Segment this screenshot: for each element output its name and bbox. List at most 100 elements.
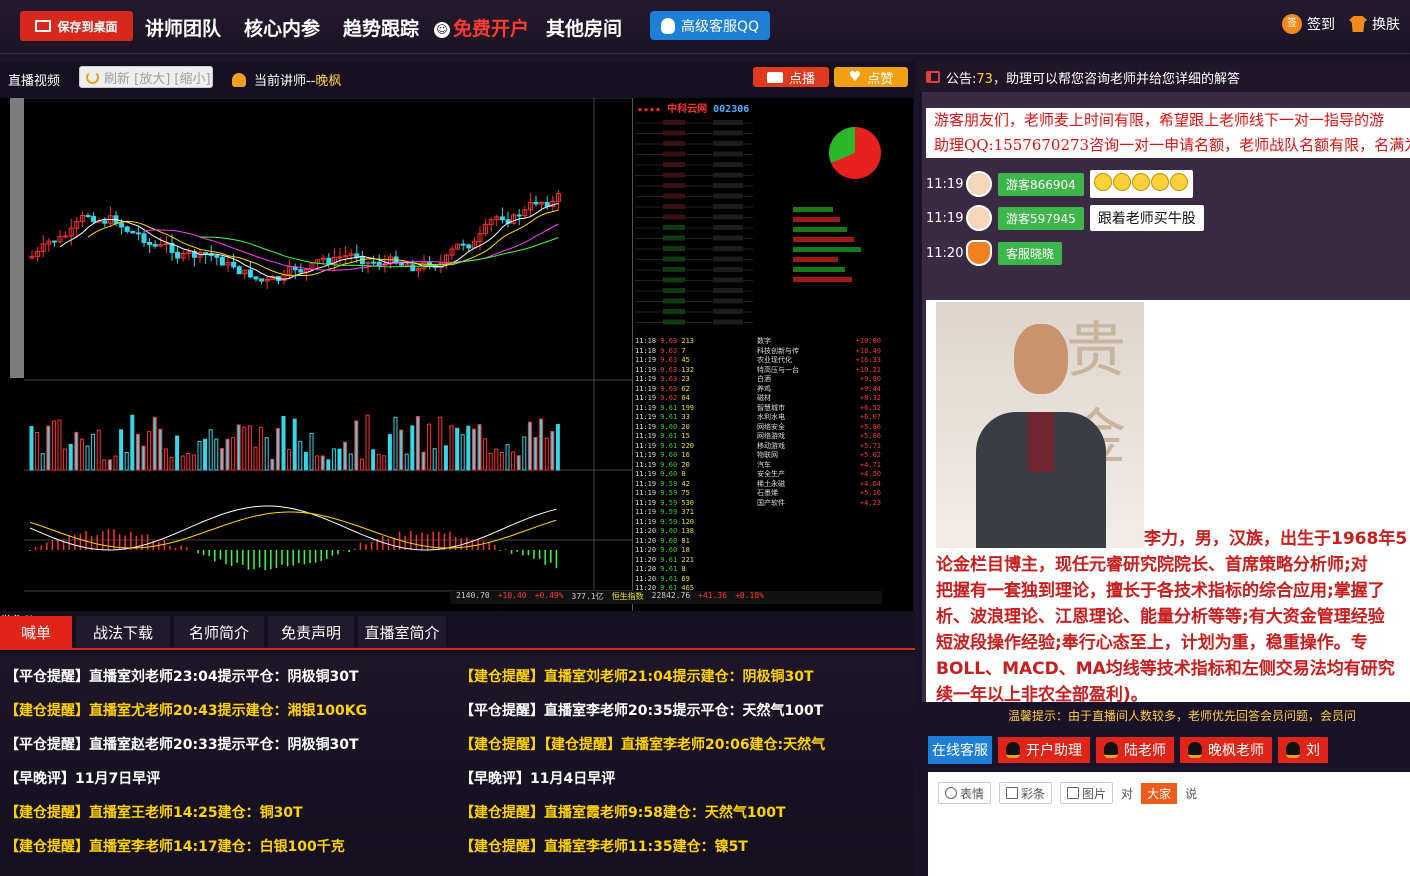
quote-cell [713, 130, 743, 136]
video-stream-area[interactable]: ★★★★ 中科云网 002306 11:18 9.63 213 11:18 9.6… [0, 98, 913, 627]
refresh-icon [86, 70, 99, 84]
quote-cell [663, 130, 685, 136]
quote-cell [713, 214, 743, 220]
volume-bar [242, 426, 247, 471]
alert-item[interactable]: 【平仓提醒】直播室赵老师20:33提示平仓：阴极铜30T [5, 734, 359, 754]
nav-core-reference[interactable]: 核心内参 [244, 14, 320, 41]
alert-item[interactable]: 【早晚评】11月4日早评 [460, 768, 615, 788]
chat-input-box[interactable]: 表情 彩条 图片 对 大家 说 [928, 772, 1410, 876]
quote-cell [663, 277, 685, 283]
alert-item[interactable]: 【平仓提醒】直播室李老师20:35提示平仓：天然气100T [460, 700, 823, 720]
grin-emoji-icon [1150, 173, 1169, 191]
candle-body [175, 251, 181, 259]
service-button-account[interactable]: 开户助理 [998, 737, 1090, 763]
qq-support-button[interactable]: 高级客服QQ [650, 11, 770, 40]
volume-bar [147, 431, 152, 471]
volume-bar [135, 433, 140, 471]
username[interactable]: 客服晓晓 [998, 241, 1063, 265]
stock-code: 002306 [713, 104, 750, 115]
quote-cell [713, 225, 743, 230]
status-item: +10.40 [497, 591, 527, 600]
alert-item[interactable]: 【建仓提醒】直播室霞老师9:58建仓：天然气100T [460, 802, 786, 822]
nav-lecturer-team[interactable]: 讲师团队 [145, 14, 221, 41]
alert-item[interactable]: 【建仓提醒】直播室王老师14:25建仓：铜30T [5, 802, 303, 822]
service-button-wanfeng[interactable]: 晚枫老师 [1180, 737, 1272, 763]
sign-in-button[interactable]: 签 签到 [1282, 14, 1335, 34]
volume-bar [247, 425, 252, 471]
like-label: 点赞 [867, 71, 894, 87]
volume-bar [371, 449, 376, 471]
live-video-panel: 直播视频 刷新 [放大] [缩小] 当前讲师--晚枫 点播 ♥ 点赞 ★★★★ … [0, 62, 915, 876]
tab-strategy-download[interactable]: 战法下载 [76, 616, 170, 648]
quote-cell [663, 162, 685, 167]
volume-bar [399, 429, 404, 471]
qq-penguin-icon [1286, 742, 1300, 758]
stock-title: ★★★★ 中科云网 002306 [637, 104, 750, 115]
sector-row: 科技创新与传 +18.49 [757, 346, 881, 355]
flow-bar [793, 207, 833, 212]
tab-room-intro[interactable]: 直播室简介 [358, 616, 446, 648]
volume-bar [337, 448, 342, 471]
tab-teacher-profiles[interactable]: 名师简介 [174, 616, 264, 648]
alert-item[interactable]: 【建仓提醒】【建仓提醒】直播室李老师20:06建仓:天然气 [460, 734, 825, 754]
volume-bar [354, 420, 359, 471]
volume-bar [113, 455, 118, 471]
alert-item[interactable]: 【建仓提醒】直播室尤老师20:43提示建仓：湘银100KG [5, 700, 367, 720]
caitiao-button[interactable]: 彩条 [999, 782, 1053, 804]
volume-bar [326, 459, 331, 471]
on-demand-button[interactable]: 点播 [753, 67, 829, 87]
alert-item[interactable]: 【早晚评】11月7日早评 [5, 768, 160, 788]
announcement-prefix: 公告: [946, 71, 977, 87]
refresh-button[interactable]: 刷新 [放大] [缩小] [79, 66, 213, 88]
avatar [966, 205, 992, 231]
username[interactable]: 游客866904 [998, 172, 1084, 196]
qq-penguin-icon [1188, 742, 1202, 758]
service-button-lu[interactable]: 陆老师 [1096, 737, 1174, 763]
volume-bar [494, 448, 499, 471]
quote-cell [713, 319, 743, 325]
speaker-icon [926, 71, 940, 83]
candle-body [85, 215, 91, 218]
nav-other-rooms[interactable]: 其他房间 [546, 14, 622, 41]
announcement-bar: 公告:73，助理可以帮您咨询老师并给您详细的解答 [918, 62, 1410, 92]
alert-item[interactable]: 【建仓提醒】直播室李老师11:35建仓：镍5T [460, 836, 748, 856]
volume-bar [298, 440, 303, 471]
change-skin-button[interactable]: 换肤 [1349, 14, 1400, 34]
volume-bar [443, 445, 448, 471]
image-button[interactable]: 图片 [1060, 782, 1114, 804]
target-selector[interactable]: 大家 [1141, 782, 1178, 804]
alerts-list: 【平仓提醒】直播室刘老师23:04提示平仓：阴极铜30T 【建仓提醒】直播室刘老师… [0, 654, 915, 876]
emoji-button[interactable]: 表情 [938, 782, 992, 804]
tab-disclaimer[interactable]: 免责声明 [268, 616, 354, 648]
quote-cell [713, 267, 743, 272]
volume-bar [309, 432, 314, 471]
flow-bar [793, 277, 852, 282]
candle-body [516, 214, 522, 217]
message-text: 跟着老师买牛股 [1089, 205, 1204, 231]
change-skin-label: 换肤 [1372, 17, 1400, 33]
quote-cell [713, 256, 743, 262]
username[interactable]: 游客597945 [998, 206, 1084, 230]
sector-row: 磁材 +8.32 [757, 394, 881, 402]
volume-bar [438, 416, 443, 471]
volume-bar [348, 453, 353, 471]
nav-free-account[interactable]: ☺ 免费开户 [434, 14, 529, 41]
alert-item[interactable]: 【平仓提醒】直播室刘老师23:04提示平仓：阴极铜30T [5, 666, 359, 686]
candle-body [298, 269, 304, 273]
like-button[interactable]: ♥ 点赞 [834, 67, 908, 87]
service-button-liu[interactable]: 刘 [1278, 737, 1328, 763]
alert-item[interactable]: 【建仓提醒】直播室刘老师21:04提示建仓：阴极铜30T [460, 666, 814, 686]
volume-bar [186, 453, 191, 471]
nav-trend-tracking[interactable]: 趋势跟踪 [343, 14, 419, 41]
volume-bar [281, 416, 286, 471]
candle-body [236, 266, 242, 275]
save-to-desktop-button[interactable]: 保存到桌面 [20, 11, 133, 41]
volume-bar [320, 455, 325, 471]
intro-line: 论金栏目博主，现任元睿研究院院长、首席策略分析师;对 [936, 555, 1368, 575]
alert-item[interactable]: 【建仓提醒】直播室李老师14:17建仓：白银100千克 [5, 836, 345, 856]
volume-bar [287, 449, 292, 471]
volume-bar [119, 429, 124, 471]
photo-shirt [1028, 412, 1054, 472]
top-nav-bar: 保存到桌面 讲师团队 核心内参 趋势跟踪 ☺ 免费开户 其他房间 高级客服QQ 签… [0, 0, 1410, 54]
tab-call-orders[interactable]: 喊单 [0, 616, 72, 648]
